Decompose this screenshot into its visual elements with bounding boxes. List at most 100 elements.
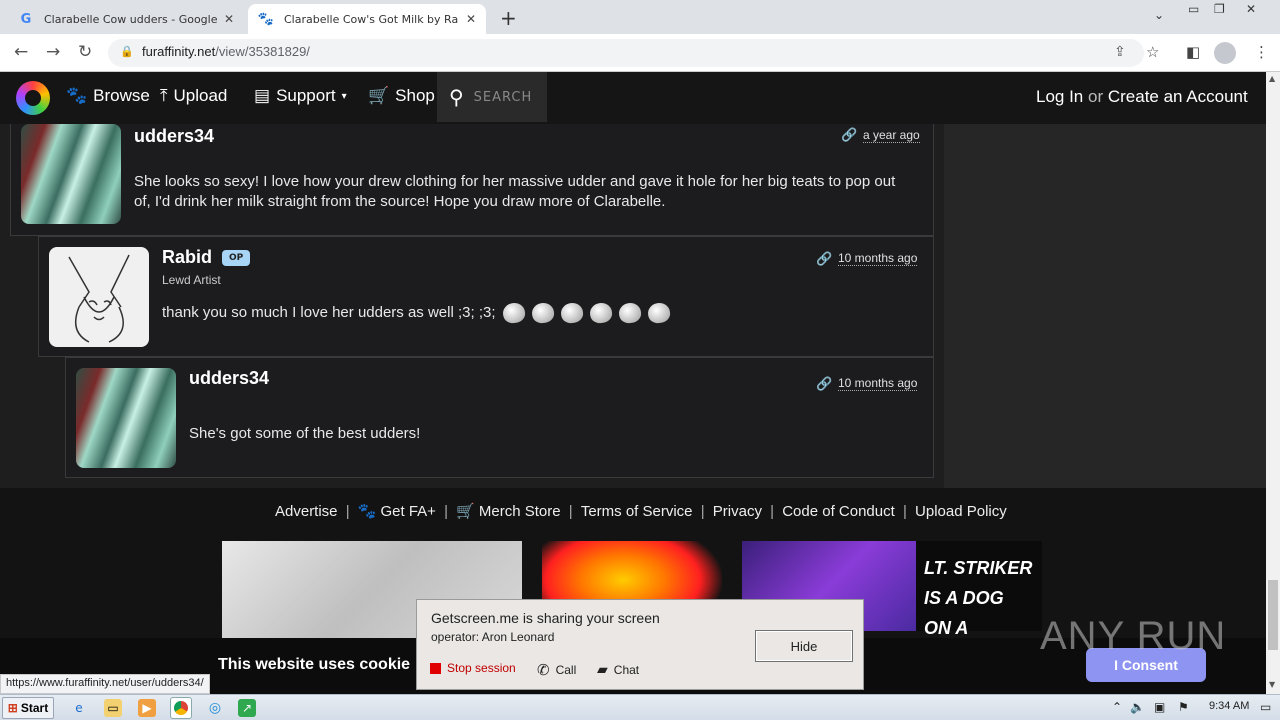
start-button[interactable]: ⊞ Start bbox=[2, 697, 54, 719]
login-area: Log In or Create an Account bbox=[1036, 87, 1248, 107]
create-account-link[interactable]: Create an Account bbox=[1108, 87, 1248, 106]
nav-upload[interactable]: ⤒ Upload bbox=[160, 86, 227, 106]
footer-link-privacy[interactable]: Privacy bbox=[713, 503, 762, 520]
login-link[interactable]: Log In bbox=[1036, 87, 1083, 106]
comment-text: She's got some of the best udders! bbox=[189, 425, 421, 442]
tab-title: Clarabelle Cow's Got Milk by Rabid -- bbox=[284, 12, 459, 26]
sidebar-column bbox=[944, 124, 1266, 488]
comment-time[interactable]: a year ago bbox=[863, 128, 920, 143]
volume-icon[interactable]: 🔈 bbox=[1130, 700, 1145, 714]
site-navbar: 🐾 Browse ⤒ Upload ▤ Support ▾ 🛒 Shop ⚲ SEARCH… bbox=[0, 72, 1266, 124]
upload-icon: ⤒ bbox=[160, 86, 168, 105]
comment-text: She looks so sexy! I love how your drew … bbox=[134, 173, 896, 210]
menu-kebab-icon[interactable]: ⋮ bbox=[1254, 43, 1269, 61]
media-player-icon[interactable]: ▶ bbox=[138, 699, 156, 717]
comment: udders34 🔗 10 months ago She's got some … bbox=[65, 357, 934, 478]
footer-link-upload-policy[interactable]: Upload Policy bbox=[915, 503, 1007, 520]
footer-link-get-fa-plus[interactable]: Get FA+ bbox=[380, 503, 435, 520]
site-search[interactable]: ⚲ SEARCH bbox=[437, 72, 547, 122]
network-icon[interactable]: ▣ bbox=[1154, 700, 1165, 714]
call-button[interactable]: ✆ Call bbox=[537, 661, 576, 679]
avatar[interactable] bbox=[21, 124, 121, 224]
chrome-icon[interactable] bbox=[170, 697, 192, 719]
link-icon[interactable]: 🔗 bbox=[841, 128, 857, 143]
comment-body: thank you so much I love her udders as w… bbox=[162, 301, 862, 325]
show-desktop-icon[interactable]: ▭ bbox=[1260, 700, 1271, 714]
footer-link-merch-store[interactable]: Merch Store bbox=[479, 503, 561, 520]
stop-icon bbox=[430, 662, 441, 674]
search-placeholder: SEARCH bbox=[473, 89, 533, 105]
chat-button[interactable]: ▰ Chat bbox=[597, 661, 639, 678]
comments-column: udders34 🔗 a year ago She looks so sexy!… bbox=[0, 124, 944, 488]
comment-text: thank you so much I love her udders as w… bbox=[162, 304, 496, 321]
paw-icon: 🐾 bbox=[357, 503, 377, 520]
paw-icon: 🐾 bbox=[257, 11, 275, 27]
scroll-down-icon[interactable]: ▼ bbox=[1269, 680, 1275, 689]
tab-google-search[interactable]: G Clarabelle Cow udders - Google Sear ✕ bbox=[8, 4, 244, 34]
close-window-button[interactable]: ✕ bbox=[1246, 2, 1256, 16]
link-icon[interactable]: 🔗 bbox=[816, 377, 832, 392]
support-icon: ▤ bbox=[254, 86, 271, 105]
scroll-up-icon[interactable]: ▲ bbox=[1269, 74, 1275, 83]
tab-search-chevron-icon[interactable]: ⌄ bbox=[1154, 8, 1164, 22]
page-scrollbar[interactable]: ▲ ▼ bbox=[1266, 72, 1280, 694]
address-bar-row: ← → ↻ 🔒 furaffinity.net/view/35381829/ ⇪… bbox=[0, 34, 1280, 72]
forward-button[interactable]: → bbox=[46, 42, 60, 62]
hide-button[interactable]: Hide bbox=[755, 630, 853, 662]
bookmark-star-icon[interactable]: ☆ bbox=[1146, 43, 1159, 61]
chat-icon: ▰ bbox=[597, 661, 608, 677]
avatar[interactable] bbox=[76, 368, 176, 468]
ad-banner-text[interactable]: LT. STRIKER IS A DOG ON A MISSION! bbox=[916, 541, 1042, 668]
share-icon[interactable]: ⇪ bbox=[1114, 44, 1126, 60]
comment-username[interactable]: udders34 bbox=[134, 126, 214, 147]
page-content: udders34 🔗 a year ago She looks so sexy!… bbox=[0, 124, 1266, 488]
ie-icon[interactable]: e bbox=[70, 699, 88, 717]
fa-logo-icon[interactable] bbox=[16, 81, 50, 115]
url-text[interactable]: furaffinity.net/view/35381829/ bbox=[142, 44, 310, 59]
cookie-text: This website uses cookie bbox=[218, 656, 411, 673]
flag-icon[interactable]: ⚑ bbox=[1178, 700, 1189, 714]
scroll-thumb[interactable] bbox=[1268, 580, 1278, 650]
tab-furaffinity[interactable]: 🐾 Clarabelle Cow's Got Milk by Rabid -- … bbox=[248, 4, 486, 34]
footer-link-advertise[interactable]: Advertise bbox=[275, 503, 338, 520]
back-button[interactable]: ← bbox=[14, 42, 28, 62]
link-icon[interactable]: 🔗 bbox=[816, 252, 832, 267]
stop-session-button[interactable]: Stop session bbox=[430, 661, 516, 675]
lock-icon[interactable]: 🔒 bbox=[120, 45, 134, 58]
comment-username[interactable]: Rabid bbox=[162, 247, 212, 268]
cart-icon: 🛒 bbox=[456, 503, 475, 520]
or-text: or bbox=[1088, 87, 1104, 106]
getscreen-app-icon[interactable]: ↗ bbox=[238, 699, 256, 717]
folder-icon[interactable]: ▭ bbox=[104, 699, 122, 717]
comment-time[interactable]: 10 months ago bbox=[838, 251, 918, 266]
comment-time[interactable]: 10 months ago bbox=[838, 376, 918, 391]
status-url-tooltip: https://www.furaffinity.net/user/udders3… bbox=[0, 674, 210, 694]
tray-up-arrow-icon[interactable]: ⌃ bbox=[1112, 700, 1122, 714]
footer-link-terms[interactable]: Terms of Service bbox=[581, 503, 693, 520]
google-icon: G bbox=[20, 11, 32, 27]
new-tab-button[interactable]: + bbox=[500, 6, 517, 30]
avatar[interactable] bbox=[49, 247, 149, 347]
comment-username[interactable]: udders34 bbox=[189, 368, 269, 389]
side-panel-icon[interactable]: ◧ bbox=[1186, 43, 1200, 61]
tab-title: Clarabelle Cow udders - Google Sear bbox=[44, 12, 219, 26]
footer-link-code-of-conduct[interactable]: Code of Conduct bbox=[782, 503, 895, 520]
edge-icon[interactable]: ◎ bbox=[206, 699, 224, 717]
nav-shop[interactable]: 🛒 Shop bbox=[368, 86, 435, 106]
windows-logo-icon: ⊞ bbox=[7, 701, 18, 715]
heart-emote-icon bbox=[646, 301, 671, 325]
cart-icon: 🛒 bbox=[368, 86, 390, 105]
phone-icon: ✆ bbox=[537, 662, 550, 679]
minimize-button[interactable]: ▭ bbox=[1188, 2, 1199, 16]
close-tab-icon[interactable]: ✕ bbox=[466, 12, 476, 26]
omnibox[interactable]: 🔒 furaffinity.net/view/35381829/ ⇪ bbox=[108, 39, 1144, 67]
nav-browse[interactable]: 🐾 Browse bbox=[66, 86, 150, 106]
restore-button[interactable]: ❐ bbox=[1214, 2, 1225, 16]
nav-support[interactable]: ▤ Support ▾ bbox=[254, 86, 347, 106]
close-tab-icon[interactable]: ✕ bbox=[224, 12, 234, 26]
heart-emote-icon bbox=[501, 301, 526, 325]
comment: udders34 🔗 a year ago She looks so sexy!… bbox=[10, 124, 934, 236]
reload-button[interactable]: ↻ bbox=[78, 42, 92, 62]
clock[interactable]: 9:34 AM bbox=[1209, 700, 1249, 712]
profile-avatar-icon[interactable] bbox=[1214, 42, 1236, 64]
